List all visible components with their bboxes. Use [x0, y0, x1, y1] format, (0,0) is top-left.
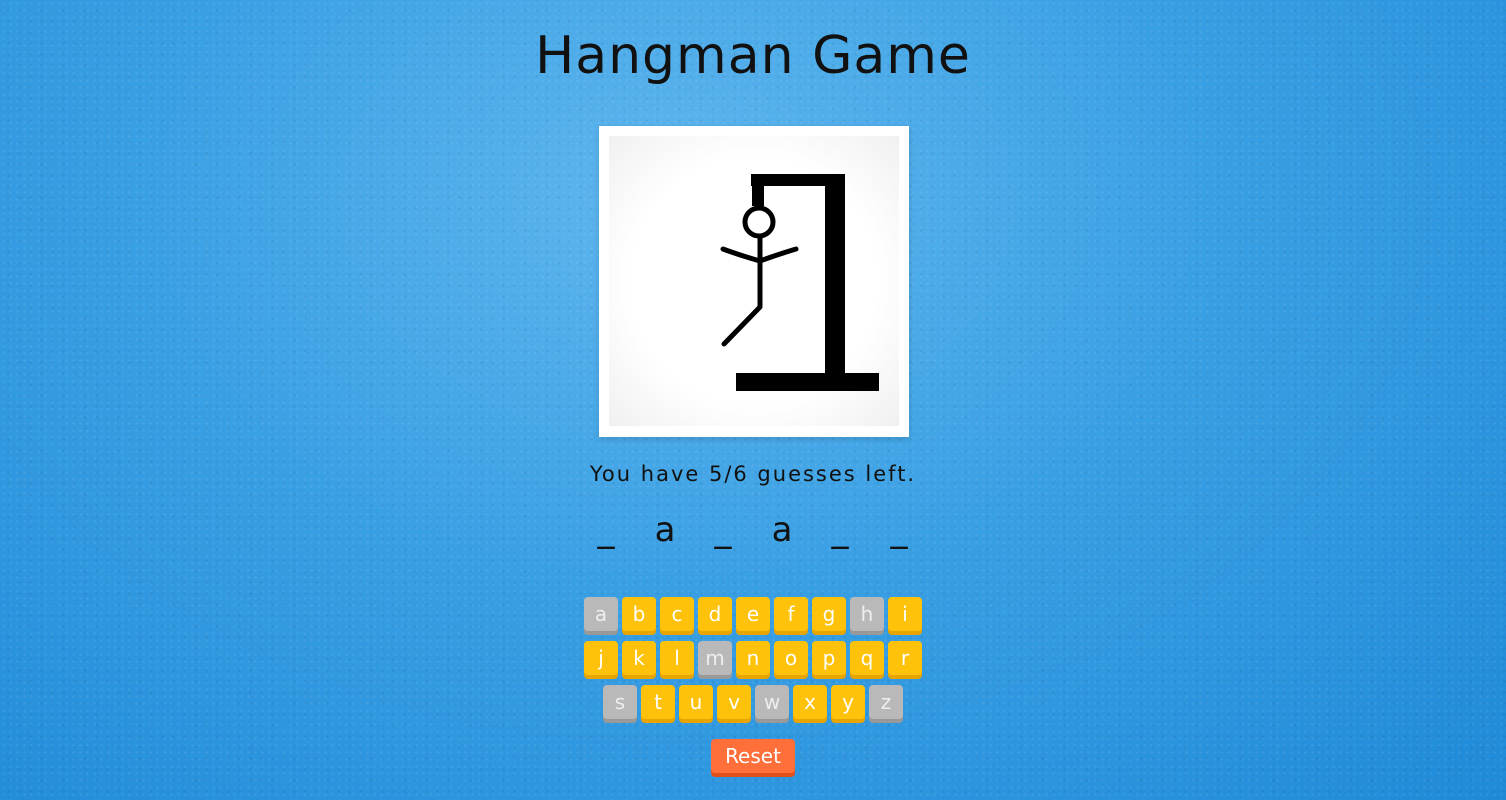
- letter-key-w[interactable]: w: [755, 685, 789, 719]
- word-letter-slot: a: [654, 510, 676, 550]
- word-letter-slot: _: [597, 510, 615, 550]
- letter-key-l[interactable]: l: [660, 641, 694, 675]
- letter-key-e[interactable]: e: [736, 597, 770, 631]
- page-title: Hangman Game: [535, 26, 971, 86]
- letter-key-b[interactable]: b: [622, 597, 656, 631]
- keyboard-row: abcdefghi: [0, 597, 1506, 635]
- gallows-rope: [752, 174, 764, 206]
- hangman-drawing-area: [609, 136, 899, 426]
- hangman-frame: [599, 126, 909, 437]
- letter-key-y[interactable]: y: [831, 685, 865, 719]
- word-letter-slot: _: [831, 510, 849, 550]
- figure-left-arm: [720, 246, 763, 264]
- letter-key-d[interactable]: d: [698, 597, 732, 631]
- letter-key-o[interactable]: o: [774, 641, 808, 675]
- letter-key-k[interactable]: k: [622, 641, 656, 675]
- letter-key-x[interactable]: x: [793, 685, 827, 719]
- letter-key-v[interactable]: v: [717, 685, 751, 719]
- word-letter-slot: _: [890, 510, 908, 550]
- gallows-post: [825, 174, 845, 379]
- figure-left-leg: [721, 304, 763, 347]
- gallows-beam: [751, 174, 845, 186]
- guesses-left-text: You have 5/6 guesses left.: [589, 462, 917, 486]
- letter-keyboard: abcdefghi jklmnopqr stuvwxyz: [0, 597, 1506, 729]
- letter-key-h[interactable]: h: [850, 597, 884, 631]
- letter-key-z[interactable]: z: [869, 685, 903, 719]
- letter-key-n[interactable]: n: [736, 641, 770, 675]
- figure-head: [742, 205, 776, 239]
- letter-key-s[interactable]: s: [603, 685, 637, 719]
- letter-key-c[interactable]: c: [660, 597, 694, 631]
- keyboard-row: jklmnopqr: [0, 641, 1506, 679]
- word-letter-slot: _: [714, 510, 732, 550]
- letter-key-j[interactable]: j: [584, 641, 618, 675]
- word-letter-slot: a: [771, 510, 793, 550]
- letter-key-a[interactable]: a: [584, 597, 618, 631]
- hangman-drawing: [720, 174, 879, 391]
- word-display: _ a _ a _ _: [593, 510, 913, 560]
- letter-key-q[interactable]: q: [850, 641, 884, 675]
- figure-right-arm: [757, 246, 799, 264]
- letter-key-m[interactable]: m: [698, 641, 732, 675]
- letter-key-t[interactable]: t: [641, 685, 675, 719]
- letter-key-g[interactable]: g: [812, 597, 846, 631]
- gallows-base: [736, 373, 879, 391]
- keyboard-row: stuvwxyz: [0, 685, 1506, 723]
- letter-key-i[interactable]: i: [888, 597, 922, 631]
- letter-key-r[interactable]: r: [888, 641, 922, 675]
- letter-key-p[interactable]: p: [812, 641, 846, 675]
- letter-key-u[interactable]: u: [679, 685, 713, 719]
- letter-key-f[interactable]: f: [774, 597, 808, 631]
- reset-button[interactable]: Reset: [711, 739, 795, 773]
